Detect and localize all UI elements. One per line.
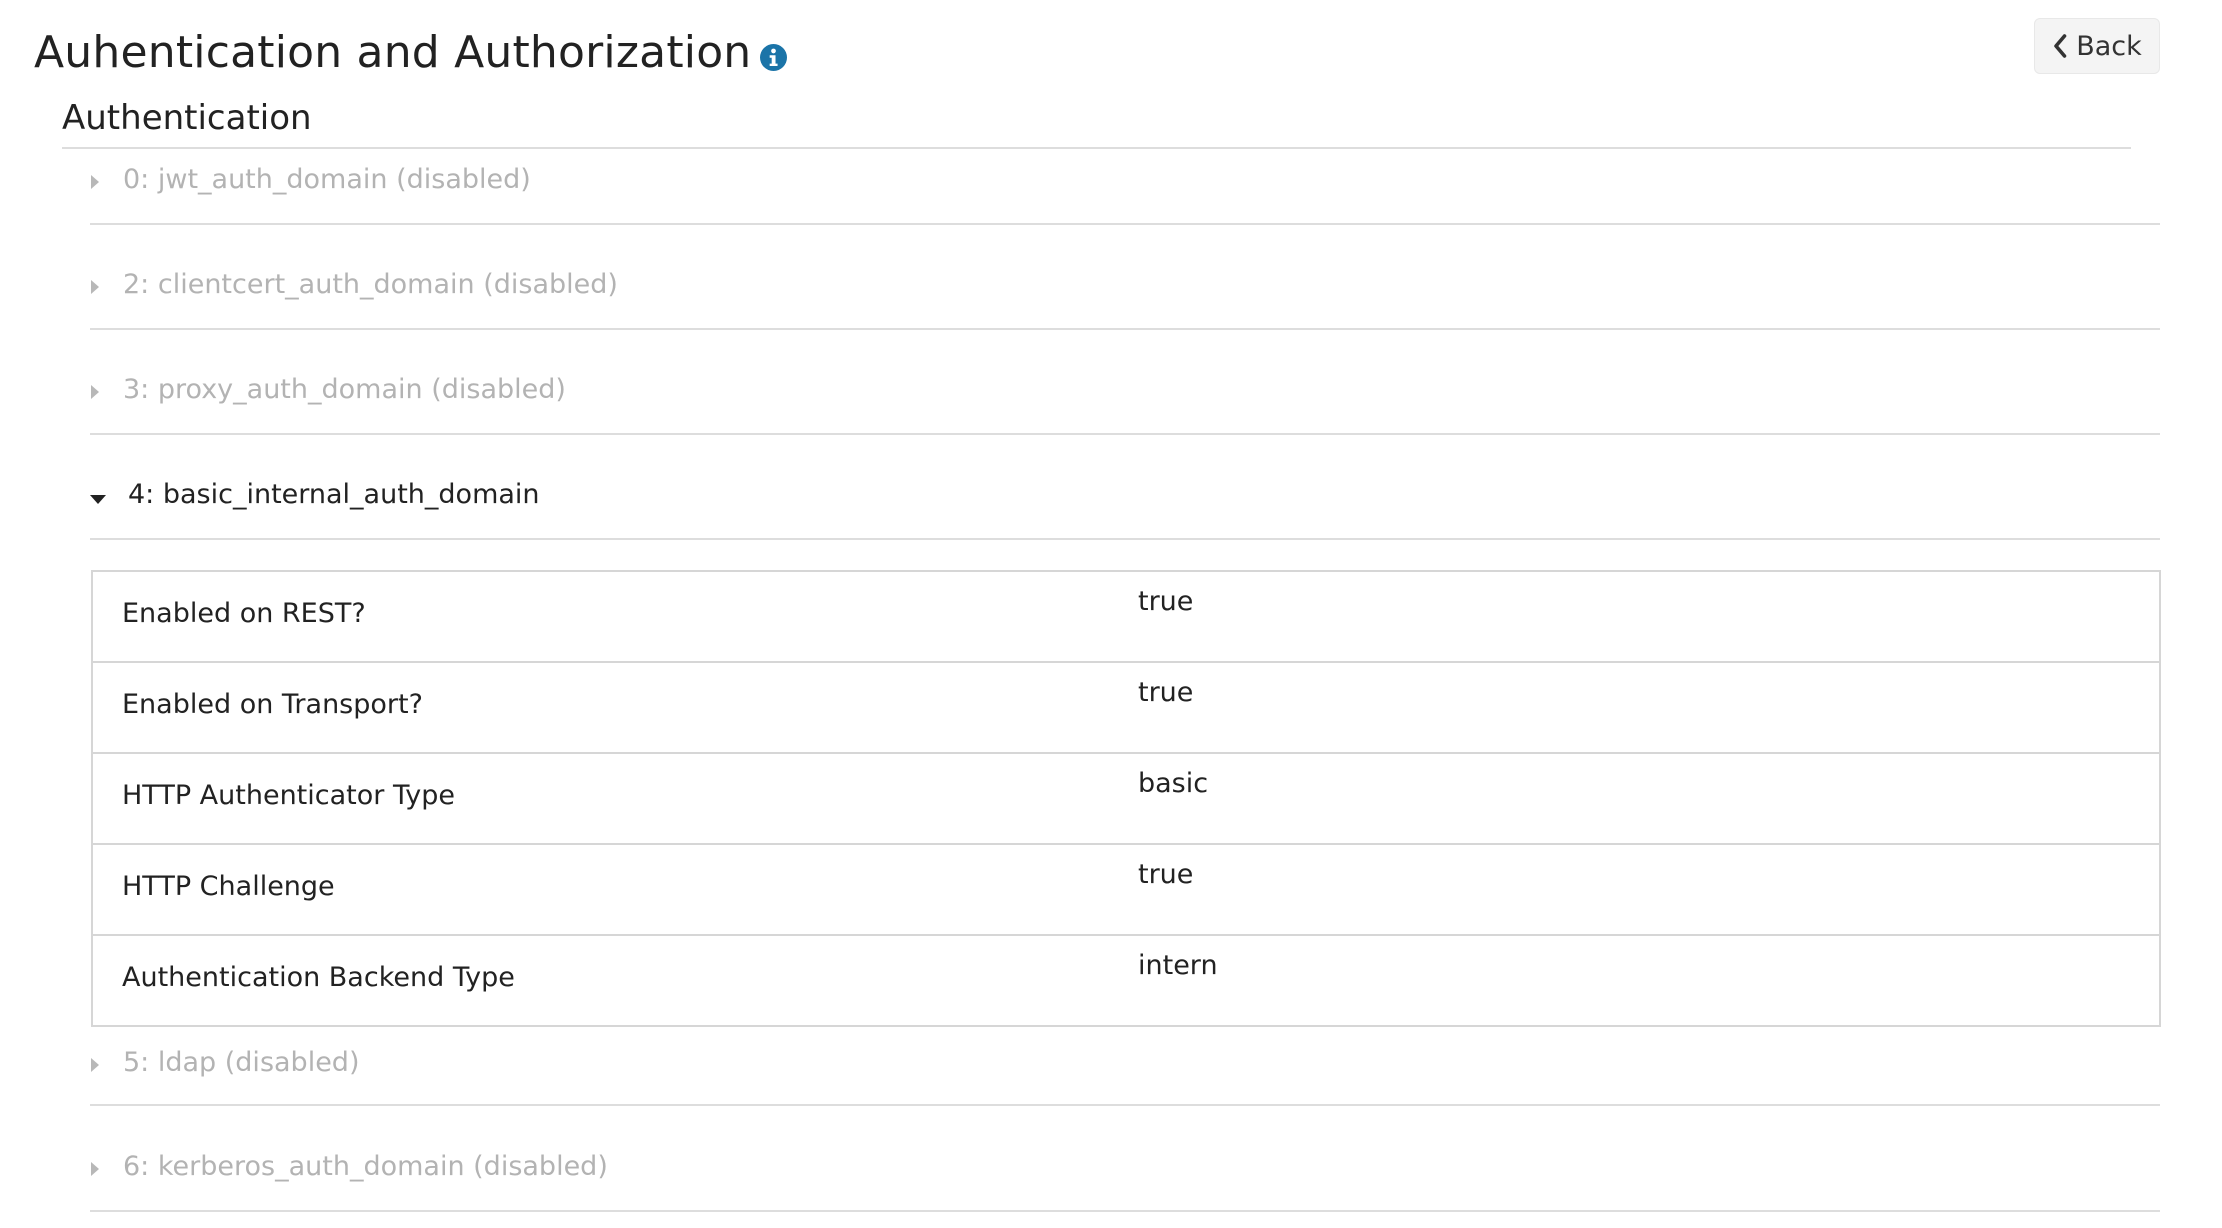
caret-right-icon — [91, 385, 99, 399]
domain-row-kerberos[interactable]: 6: kerberos_auth_domain (disabled) — [90, 1106, 2160, 1212]
caret-down-icon — [90, 495, 106, 504]
domain-label: 3: proxy_auth_domain (disabled) — [123, 374, 566, 405]
detail-key: HTTP Authenticator Type — [122, 780, 455, 811]
domain-details-table: Enabled on REST? true Enabled on Transpo… — [91, 570, 2161, 1027]
domain-row-basic-internal[interactable]: 4: basic_internal_auth_domain — [90, 436, 2160, 540]
domain-row-clientcert[interactable]: 2: clientcert_auth_domain (disabled) — [90, 226, 2160, 330]
table-row: Enabled on REST? true — [93, 572, 2159, 663]
caret-right-icon — [91, 1162, 99, 1176]
table-row: Authentication Backend Type intern — [93, 936, 2159, 1025]
detail-key: HTTP Challenge — [122, 871, 335, 902]
info-circle-icon[interactable] — [760, 43, 788, 71]
table-row: HTTP Authenticator Type basic — [93, 754, 2159, 845]
caret-right-icon — [91, 280, 99, 294]
domain-label: 4: basic_internal_auth_domain — [128, 479, 540, 510]
back-button[interactable]: Back — [2034, 18, 2160, 74]
detail-key: Enabled on Transport? — [122, 689, 423, 720]
detail-value: basic — [1138, 768, 1209, 799]
page-header: Auhentication and Authorization — [34, 18, 788, 86]
detail-value: intern — [1138, 950, 1218, 981]
detail-value: true — [1138, 859, 1194, 890]
caret-right-icon — [91, 175, 99, 189]
domain-row-ldap[interactable]: 5: ldap (disabled) — [90, 1024, 2160, 1106]
detail-value: true — [1138, 586, 1194, 617]
domain-row-jwt[interactable]: 0: jwt_auth_domain (disabled) — [90, 121, 2160, 225]
detail-key: Authentication Backend Type — [122, 962, 515, 993]
domain-label: 6: kerberos_auth_domain (disabled) — [123, 1151, 608, 1182]
detail-key: Enabled on REST? — [122, 598, 366, 629]
back-button-label: Back — [2076, 30, 2142, 62]
table-row: HTTP Challenge true — [93, 845, 2159, 936]
caret-right-icon — [91, 1058, 99, 1072]
domain-row-proxy[interactable]: 3: proxy_auth_domain (disabled) — [90, 331, 2160, 435]
domain-label: 5: ldap (disabled) — [123, 1047, 360, 1078]
detail-value: true — [1138, 677, 1194, 708]
page-title: Auhentication and Authorization — [34, 26, 752, 78]
chevron-left-icon — [2054, 34, 2067, 58]
domain-label: 0: jwt_auth_domain (disabled) — [123, 164, 531, 195]
table-row: Enabled on Transport? true — [93, 663, 2159, 754]
domain-label: 2: clientcert_auth_domain (disabled) — [123, 269, 618, 300]
